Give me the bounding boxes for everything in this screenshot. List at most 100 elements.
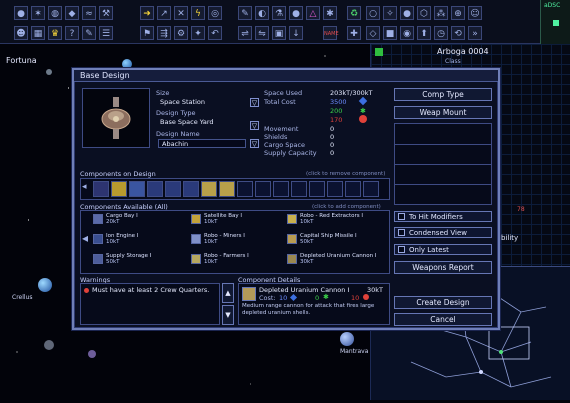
planet-small[interactable]	[46, 69, 52, 75]
checkbox-box[interactable]	[398, 229, 405, 236]
shield-icon[interactable]: ⬡	[417, 6, 431, 20]
design-component-slot[interactable]	[273, 181, 289, 197]
design-component-slot[interactable]	[201, 181, 217, 197]
bomb-icon[interactable]: ●	[289, 6, 303, 20]
design-type-dropdown-button[interactable]: ▽	[250, 121, 259, 130]
name-icon[interactable]: NAME	[323, 26, 339, 40]
components-on-design-strip[interactable]: ◂	[80, 178, 390, 200]
design-component-slot[interactable]	[237, 181, 253, 197]
design-name-input[interactable]: Abachin	[158, 139, 246, 148]
comp-type-button[interactable]: Comp Type	[394, 88, 492, 101]
warnings-scroll-up-button[interactable]: ▲	[222, 283, 234, 303]
design-name-button[interactable]: ▽	[250, 139, 259, 148]
design-component-slot[interactable]	[345, 181, 361, 197]
checkbox-box[interactable]	[398, 213, 405, 220]
person-icon[interactable]: ☺	[468, 6, 482, 20]
drop-icon[interactable]: ↓	[289, 26, 303, 40]
globe-icon[interactable]: ◍	[48, 6, 62, 20]
recycle-icon[interactable]: ♻	[347, 6, 361, 20]
attack-icon[interactable]: ✕	[174, 6, 188, 20]
weap-mount-button[interactable]: Weap Mount	[394, 106, 492, 119]
ship-icon[interactable]: ◆	[65, 6, 79, 20]
design-component-slot[interactable]	[219, 181, 235, 197]
design-component-slot[interactable]	[363, 181, 379, 197]
filter-row[interactable]	[395, 144, 491, 145]
to-hit-modifiers-checkbox[interactable]: To Hit Modifiers	[394, 211, 492, 222]
weapons-report-button[interactable]: Weapons Report	[394, 261, 492, 274]
design-component-slot[interactable]	[111, 181, 127, 197]
design-component-slot[interactable]	[147, 181, 163, 197]
mine-icon[interactable]: ✦	[191, 26, 205, 40]
circle-icon[interactable]: ○	[366, 6, 380, 20]
size-dropdown-button[interactable]: ▽	[250, 98, 259, 107]
arrow-right-icon[interactable]: ➜	[140, 6, 154, 20]
only-latest-checkbox[interactable]: Only Latest	[394, 244, 492, 255]
cancel-button[interactable]: Cancel	[394, 313, 492, 326]
design-component-slot[interactable]	[129, 181, 145, 197]
move-icon[interactable]: ↗	[157, 6, 171, 20]
tool-icon[interactable]: ✎	[238, 6, 252, 20]
build-icon[interactable]: ⚙	[174, 26, 188, 40]
planet-mantrava[interactable]	[340, 332, 354, 346]
design-component-slot[interactable]	[309, 181, 325, 197]
merge-icon[interactable]: ⇌	[238, 26, 252, 40]
component-satellite-bay[interactable]: Satellite Bay I 10kT	[191, 213, 294, 225]
lightning-icon[interactable]: ϟ	[191, 6, 205, 20]
design-component-slot[interactable]	[255, 181, 271, 197]
component-cargo-bay[interactable]: Cargo Bay I 20kT	[93, 213, 196, 225]
design-component-slot[interactable]	[327, 181, 343, 197]
crown-icon[interactable]: ♛	[48, 26, 62, 40]
edit-icon[interactable]: ✎	[82, 26, 96, 40]
cargo-icon[interactable]: ▣	[272, 26, 286, 40]
filter-list[interactable]	[394, 123, 492, 205]
grid-icon[interactable]: ▦	[31, 26, 45, 40]
design-component-slot[interactable]	[291, 181, 307, 197]
skip-icon[interactable]: »	[468, 26, 482, 40]
scan-icon[interactable]: ◎	[208, 6, 222, 20]
flask-icon[interactable]: ⚗	[272, 6, 286, 20]
diamond-icon[interactable]: ◇	[366, 26, 380, 40]
recover-icon[interactable]: ⟲	[451, 26, 465, 40]
retreat-icon[interactable]: ↶	[208, 26, 222, 40]
list-scroll-left-icon[interactable]: ◂	[82, 231, 88, 245]
launch-icon[interactable]: ⬆	[417, 26, 431, 40]
warp-icon[interactable]: ⇶	[157, 26, 171, 40]
component-robo-red-extractors[interactable]: Robo - Red Extractors I 10kT	[287, 213, 390, 225]
triangle-icon[interactable]: △	[306, 6, 320, 20]
help-icon[interactable]: ?	[65, 26, 79, 40]
colonize-icon[interactable]: ⚑	[140, 26, 154, 40]
scroll-left-icon[interactable]: ◂	[82, 182, 87, 192]
fleet-icon[interactable]: ≈	[82, 6, 96, 20]
component-robo-miners[interactable]: Robo - Miners I 10kT	[191, 233, 294, 245]
galaxy-icon[interactable]: ✶	[31, 6, 45, 20]
design-component-slot[interactable]	[165, 181, 181, 197]
condensed-view-checkbox[interactable]: Condensed View	[394, 227, 492, 238]
repair-icon[interactable]: ✚	[347, 26, 361, 40]
design-component-slot[interactable]	[183, 181, 199, 197]
planet-b-icon[interactable]: ●	[400, 6, 414, 20]
component-capital-ship-missile[interactable]: Capital Ship Missile I 50kT	[287, 233, 390, 245]
split-icon[interactable]: ⇋	[255, 26, 269, 40]
network-icon[interactable]: ⁂	[434, 6, 448, 20]
list-icon[interactable]: ☰	[99, 26, 113, 40]
planet-crellus[interactable]	[38, 278, 52, 292]
orbit-icon[interactable]: ◐	[255, 6, 269, 20]
planet-icon[interactable]: ●	[14, 6, 28, 20]
planet-purple[interactable]	[88, 350, 96, 358]
component-ion-engine[interactable]: Ion Engine I 10kT	[93, 233, 196, 245]
warnings-scroll-down-button[interactable]: ▼	[222, 305, 234, 325]
filter-row[interactable]	[395, 164, 491, 165]
alien-icon[interactable]: ☻	[14, 26, 28, 40]
design-component-slot[interactable]	[93, 181, 109, 197]
planet-gray[interactable]	[44, 340, 54, 350]
component-depleted-uranium-cannon[interactable]: Depleted Uranium Cannon I 30kT	[287, 253, 390, 265]
component-robo-farmers[interactable]: Robo - Farmers I 10kT	[191, 253, 294, 265]
settings-icon[interactable]: ✱	[323, 6, 337, 20]
halt-icon[interactable]: ■	[383, 26, 397, 40]
checkbox-box[interactable]	[398, 246, 405, 253]
components-available-list[interactable]: ◂ Cargo Bay I 20kT Satellite Bay I 10kT …	[80, 210, 390, 274]
create-design-button[interactable]: Create Design	[394, 296, 492, 309]
filter-row[interactable]	[395, 184, 491, 185]
top-minimap[interactable]: aDSC	[540, 0, 570, 44]
star-icon[interactable]: ✧	[383, 6, 397, 20]
